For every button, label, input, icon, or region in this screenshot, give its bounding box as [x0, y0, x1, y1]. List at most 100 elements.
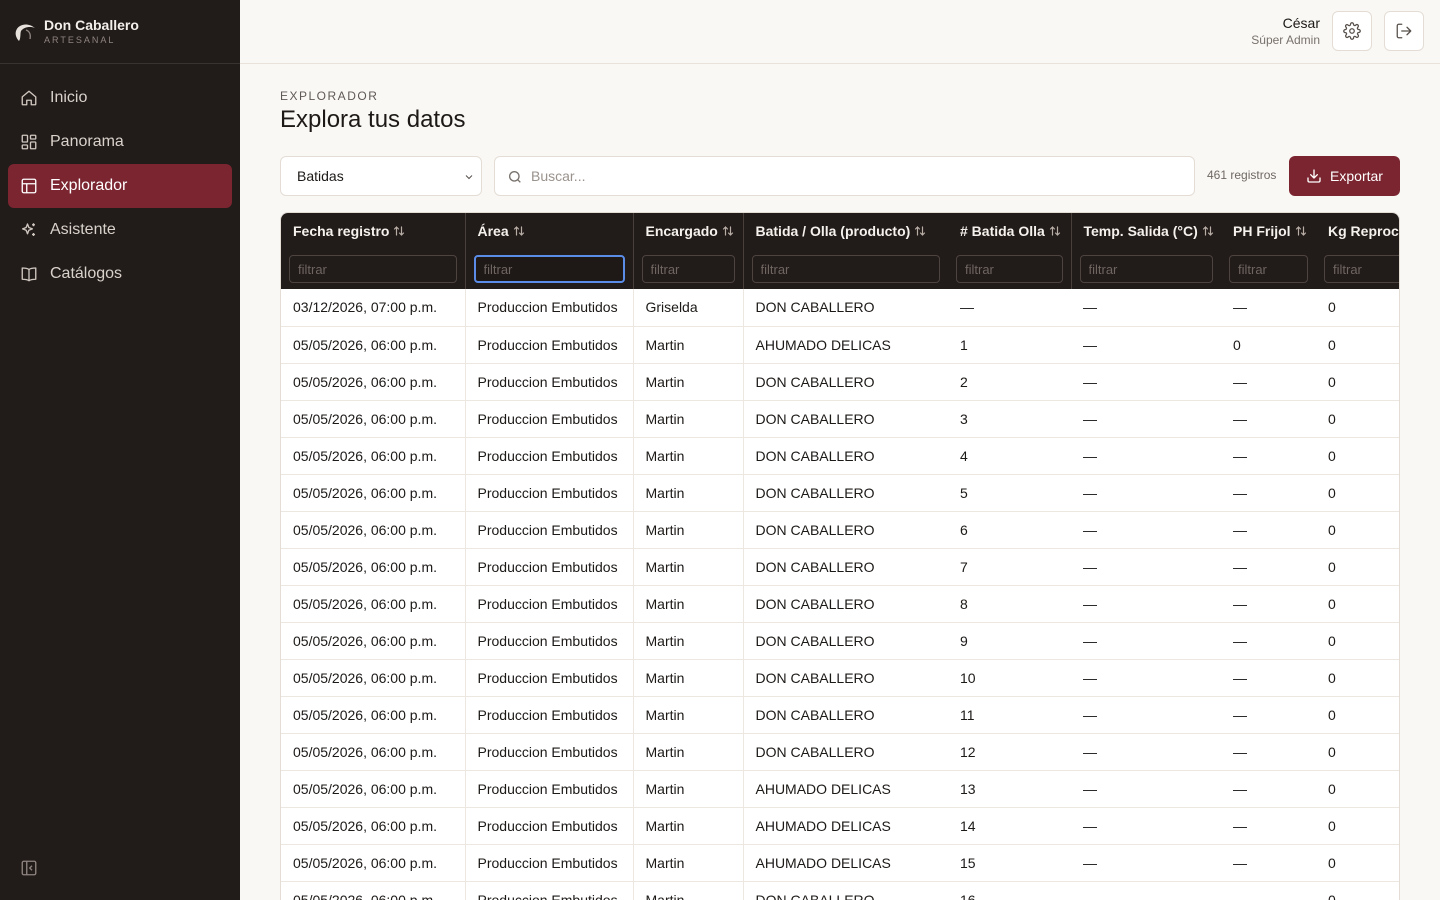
table-cell: 05/05/2026, 06:00 p.m.	[281, 363, 465, 401]
table-cell: 9	[948, 622, 1071, 660]
column-filter-input[interactable]	[1079, 255, 1213, 283]
column-header[interactable]: Área	[464, 213, 633, 249]
table-cell: 0	[1316, 622, 1399, 660]
column-filter-input[interactable]	[1324, 255, 1399, 283]
table-cell: —	[1071, 474, 1221, 512]
sort-icon[interactable]	[1291, 223, 1307, 239]
logout-button[interactable]	[1384, 11, 1424, 51]
column-filter-input[interactable]	[473, 255, 625, 283]
table-cell: —	[1071, 807, 1221, 845]
table-cell: Produccion Embutidos	[464, 289, 633, 327]
column-header[interactable]: # Batida Olla	[948, 213, 1071, 249]
table-cell: DON CABALLERO	[742, 659, 948, 697]
table-cell: Produccion Embutidos	[464, 548, 633, 586]
table-cell: Martin	[632, 437, 743, 475]
search-box	[494, 156, 1195, 196]
table-cell: —	[1221, 511, 1316, 549]
sidebar-item-catalogos[interactable]: Catálogos	[8, 252, 232, 296]
table-cell: Produccion Embutidos	[464, 659, 633, 697]
table-cell: 12	[948, 733, 1071, 771]
sort-icon[interactable]	[509, 223, 525, 239]
sidebar-item-asistente[interactable]: Asistente	[8, 208, 232, 252]
brand[interactable]: Don Caballero ARTESANAL	[0, 0, 240, 64]
table-cell: AHUMADO DELICAS	[742, 770, 948, 808]
table-cell: Martin	[632, 696, 743, 734]
collapse-sidebar-icon[interactable]	[20, 859, 38, 877]
table-cell: 6	[948, 511, 1071, 549]
data-table-container: Fecha registro Área Encargado Batida / Olla…	[280, 212, 1400, 900]
column-filter-input[interactable]	[751, 255, 940, 283]
export-button[interactable]: Exportar	[1289, 156, 1400, 196]
table-row[interactable]: 05/05/2026, 06:00 p.m. Produccion Embutid…	[281, 770, 1399, 808]
sort-icon[interactable]	[910, 223, 926, 239]
brand-subtitle: ARTESANAL	[44, 35, 116, 45]
table-cell: —	[1071, 363, 1221, 401]
table-cell: Produccion Embutidos	[464, 696, 633, 734]
column-header-label: Encargado	[645, 223, 718, 239]
table-row[interactable]: 05/05/2026, 06:00 p.m. Produccion Embutid…	[281, 733, 1399, 771]
table-cell: Produccion Embutidos	[464, 881, 633, 900]
table-cell: DON CABALLERO	[742, 585, 948, 623]
column-header[interactable]: Batida / Olla (producto)	[742, 213, 948, 249]
sidebar-item-inicio[interactable]: Inicio	[8, 76, 232, 120]
column-header[interactable]: Temp. Salida (°C)	[1070, 213, 1221, 249]
page-eyebrow: EXPLORADOR	[280, 89, 379, 103]
sort-icon[interactable]	[1045, 223, 1061, 239]
sort-icon[interactable]	[718, 223, 734, 239]
table-cell: 0	[1316, 696, 1399, 734]
table-row[interactable]: 05/05/2026, 06:00 p.m. Produccion Embutid…	[281, 437, 1399, 475]
sort-icon[interactable]	[1198, 223, 1214, 239]
sidebar-item-explorador[interactable]: Explorador	[8, 164, 232, 208]
table-row[interactable]: 05/05/2026, 06:00 p.m. Produccion Embutid…	[281, 326, 1399, 364]
column-header[interactable]: Encargado	[632, 213, 743, 249]
table-row[interactable]: 03/12/2026, 07:00 p.m. Produccion Embutid…	[281, 289, 1399, 327]
table-cell: 4	[948, 437, 1071, 475]
table-row[interactable]: 05/05/2026, 06:00 p.m. Produccion Embutid…	[281, 622, 1399, 660]
table-row[interactable]: 05/05/2026, 06:00 p.m. Produccion Embutid…	[281, 659, 1399, 697]
sidebar-item-panorama[interactable]: Panorama	[8, 120, 232, 164]
column-filter-input[interactable]	[289, 255, 457, 283]
table-cell: —	[1071, 881, 1221, 900]
table-row[interactable]: 05/05/2026, 06:00 p.m. Produccion Embutid…	[281, 548, 1399, 586]
column-header-label: Temp. Salida (°C)	[1083, 223, 1198, 239]
user-info: César Súper Admin	[1251, 14, 1320, 49]
brand-logo-icon	[15, 23, 35, 41]
table-cell: DON CABALLERO	[742, 881, 948, 900]
table-cell: 05/05/2026, 06:00 p.m.	[281, 622, 465, 660]
table-row[interactable]: 05/05/2026, 06:00 p.m. Produccion Embutid…	[281, 400, 1399, 438]
search-input[interactable]	[531, 157, 1181, 195]
table-row[interactable]: 05/05/2026, 06:00 p.m. Produccion Embutid…	[281, 696, 1399, 734]
table-row[interactable]: 05/05/2026, 06:00 p.m. Produccion Embutid…	[281, 585, 1399, 623]
column-header[interactable]: Kg Reproceso	[1316, 213, 1399, 249]
table-row[interactable]: 05/05/2026, 06:00 p.m. Produccion Embutid…	[281, 881, 1399, 900]
table-cell: Produccion Embutidos	[464, 770, 633, 808]
column-filter-cell	[632, 249, 743, 289]
table-cell: 0	[1316, 659, 1399, 697]
column-header[interactable]: Fecha registro	[281, 213, 465, 249]
column-filter-cell	[464, 249, 633, 289]
settings-button[interactable]	[1332, 11, 1372, 51]
dataset-select[interactable]: Batidas	[280, 156, 482, 196]
table-cell: —	[1221, 770, 1316, 808]
table-cell: —	[1221, 733, 1316, 771]
table-cell: —	[1071, 326, 1221, 364]
table-cell: 15	[948, 844, 1071, 882]
table-row[interactable]: 05/05/2026, 06:00 p.m. Produccion Embutid…	[281, 844, 1399, 882]
column-filter-input[interactable]	[1229, 255, 1308, 283]
column-filter-input[interactable]	[956, 255, 1063, 283]
column-header[interactable]: PH Frijol	[1221, 213, 1316, 249]
table-cell: 05/05/2026, 06:00 p.m.	[281, 881, 465, 900]
table-cell: 05/05/2026, 06:00 p.m.	[281, 437, 465, 475]
table-row[interactable]: 05/05/2026, 06:00 p.m. Produccion Embutid…	[281, 511, 1399, 549]
table-cell: —	[1221, 548, 1316, 586]
table-cell: Produccion Embutidos	[464, 844, 633, 882]
table-cell: Martin	[632, 326, 743, 364]
table-cell: —	[1221, 659, 1316, 697]
table-cell: 14	[948, 807, 1071, 845]
table-cell: Martin	[632, 807, 743, 845]
table-row[interactable]: 05/05/2026, 06:00 p.m. Produccion Embutid…	[281, 807, 1399, 845]
column-filter-input[interactable]	[641, 255, 735, 283]
table-row[interactable]: 05/05/2026, 06:00 p.m. Produccion Embutid…	[281, 363, 1399, 401]
sort-icon[interactable]	[389, 223, 405, 239]
table-row[interactable]: 05/05/2026, 06:00 p.m. Produccion Embutid…	[281, 474, 1399, 512]
